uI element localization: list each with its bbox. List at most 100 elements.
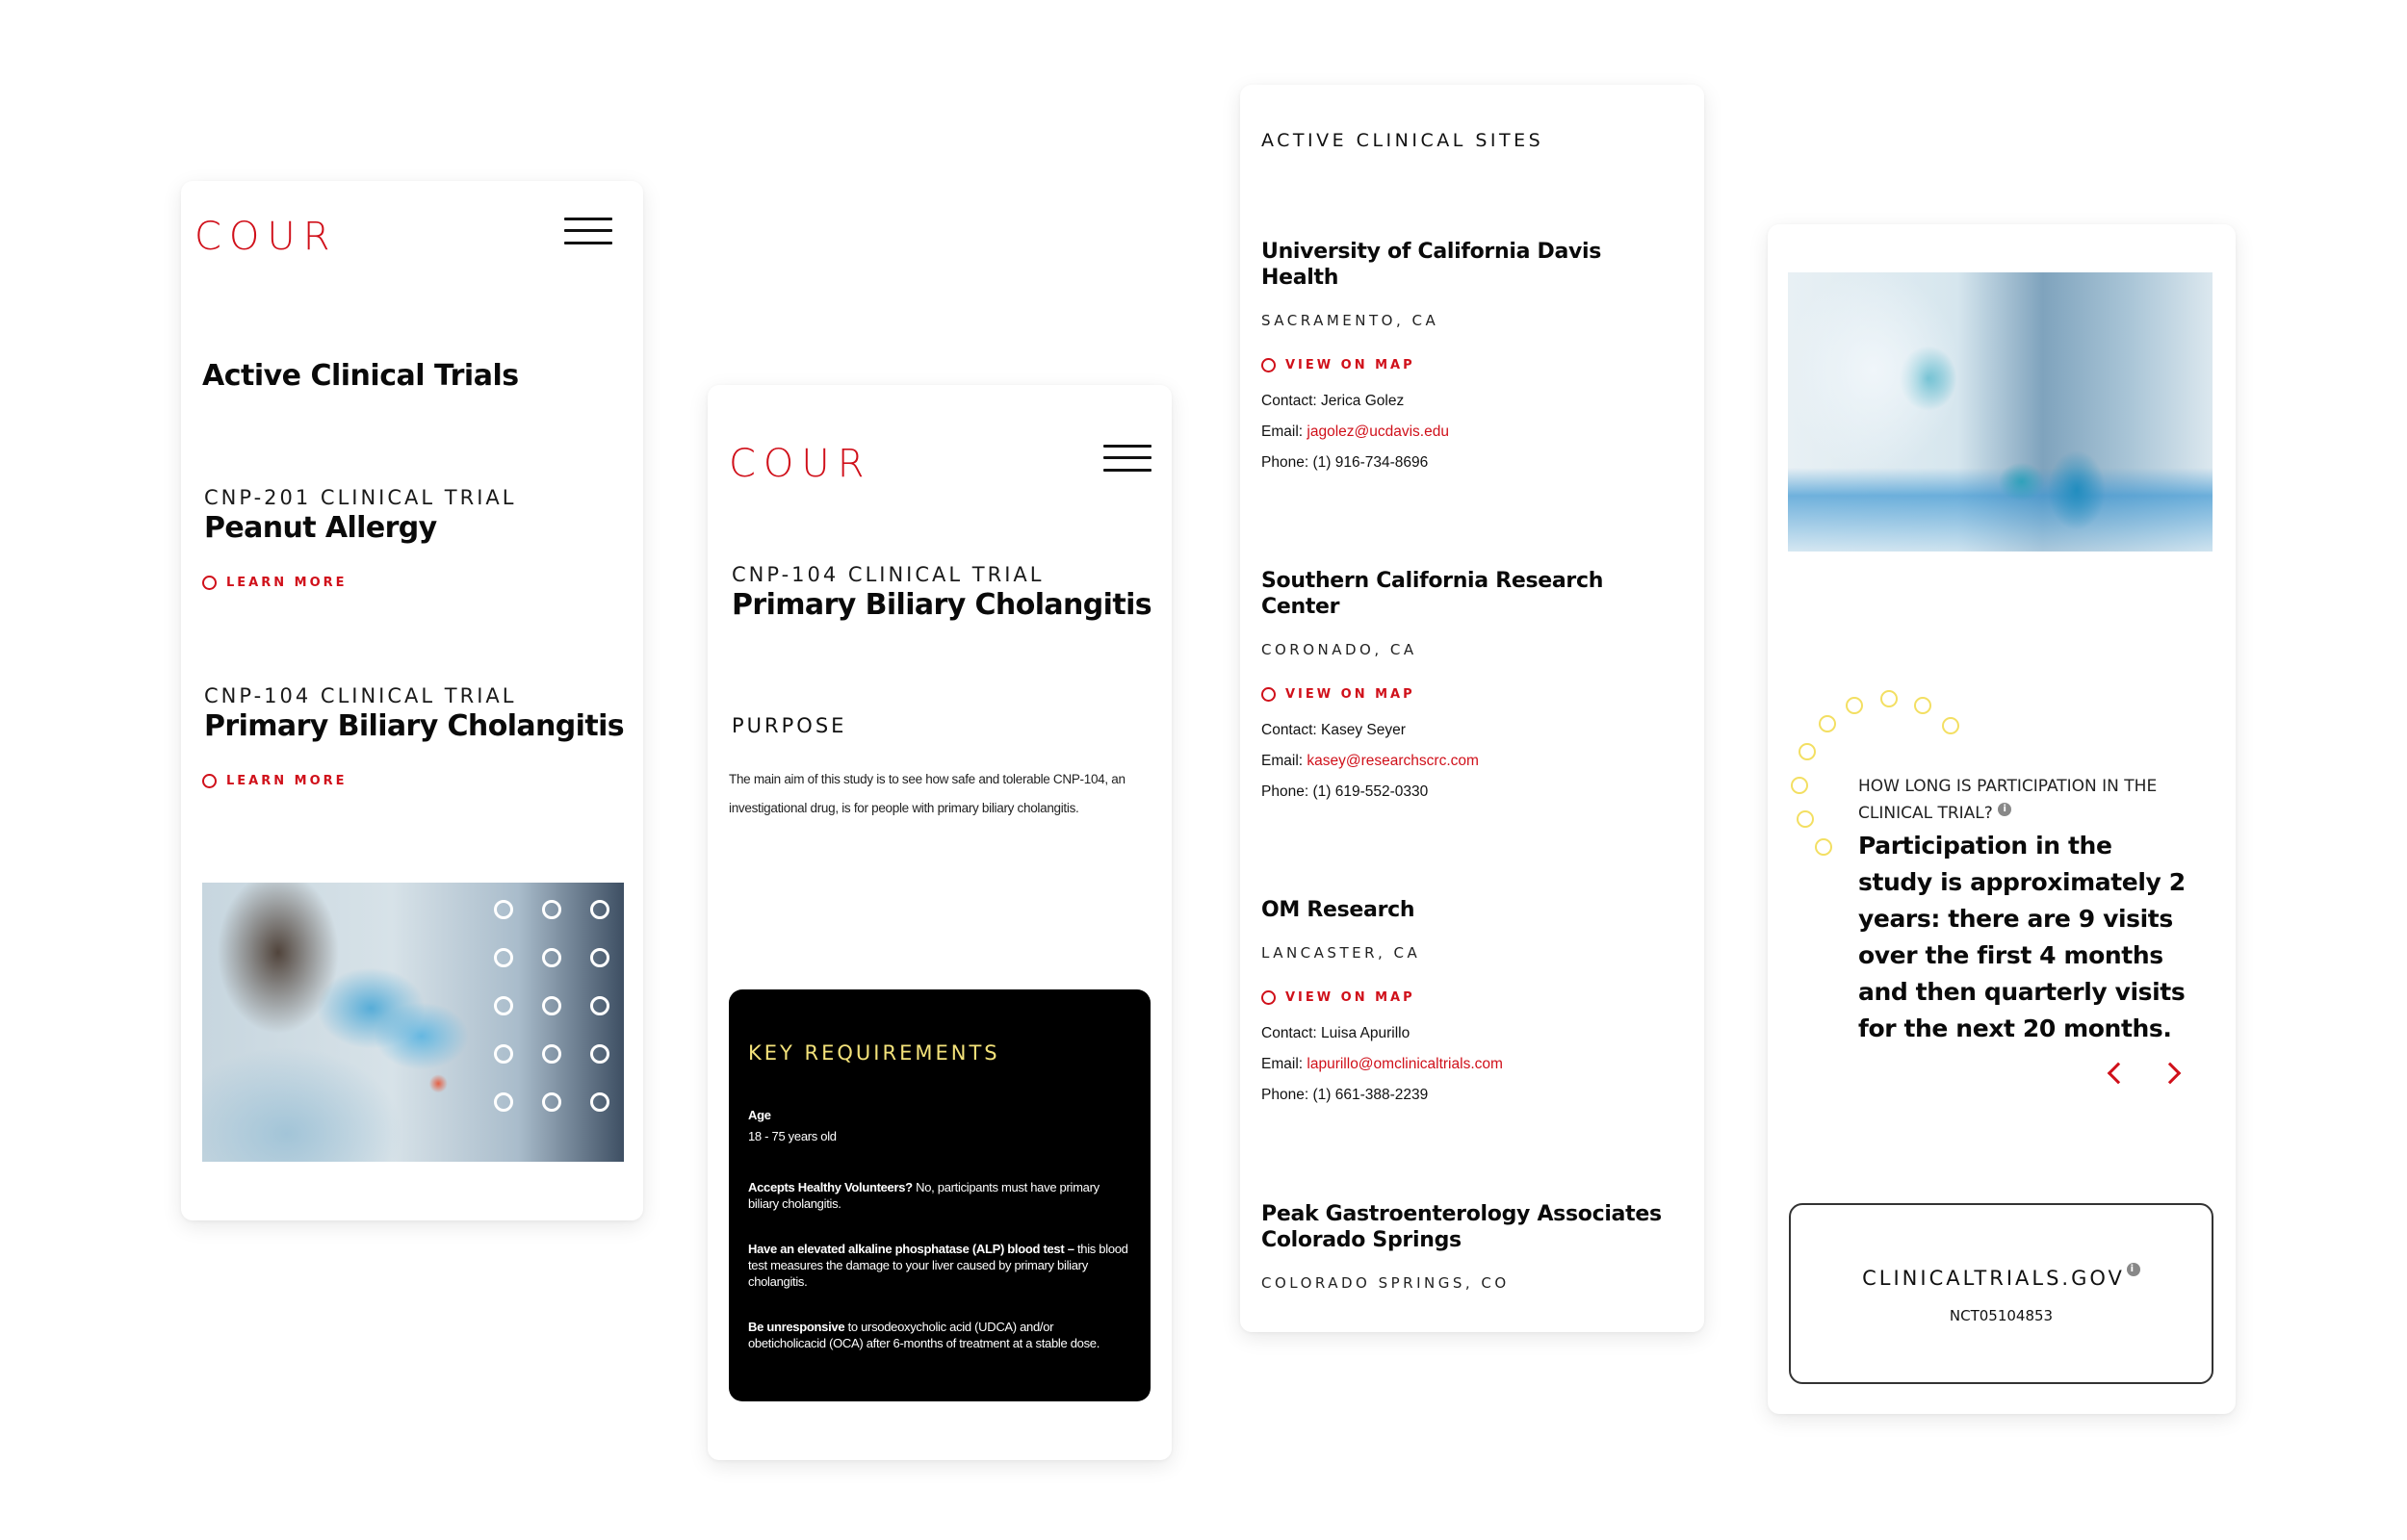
ring-icon	[202, 576, 217, 590]
ring-icon	[1261, 358, 1276, 372]
faq-question: HOW LONG IS PARTICIPATION IN THE CLINICA…	[1858, 773, 2176, 827]
key-requirements-panel: KEY REQUIREMENTS Age 18 - 75 years old A…	[729, 989, 1151, 1401]
screen-clinical-sites: ACTIVE CLINICAL SITES University of Cali…	[1240, 85, 1704, 1332]
cour-logo[interactable]: COUR	[729, 445, 871, 483]
email-line: Email: jagolez@ucdavis.edu	[1261, 424, 1449, 440]
site-item: University of California Davis Health SA…	[1261, 239, 1666, 478]
screen-trial-detail: COUR CNP-104 CLINICAL TRIAL Primary Bili…	[708, 385, 1172, 1460]
purpose-label: PURPOSE	[732, 714, 847, 737]
contact-line: Contact: Luisa Apurillo	[1261, 1025, 1411, 1041]
email-link[interactable]: lapurillo@omclinicaltrials.com	[1307, 1056, 1503, 1072]
learn-more-label: LEARN MORE	[226, 774, 348, 788]
site-name: University of California Davis Health	[1261, 240, 1602, 290]
scientist-pipette-photo	[1788, 272, 2213, 552]
registry-id: NCT05104853	[1949, 1307, 2054, 1324]
email-line: Email: lapurillo@omclinicaltrials.com	[1261, 1056, 1503, 1072]
age-label: Age	[748, 1108, 771, 1122]
registry-label-text: CLINICALTRIALS.GOV	[1862, 1267, 2125, 1290]
ring-icon	[1261, 687, 1276, 702]
view-on-map-label: VIEW ON MAP	[1285, 990, 1415, 1005]
requirement-item: Accepts Healthy Volunteers? No, particip…	[748, 1179, 1131, 1212]
key-requirements-title: KEY REQUIREMENTS	[748, 1041, 1000, 1065]
requirement-bold: Be unresponsive	[748, 1320, 845, 1334]
faq-answer: Participation in the study is approximat…	[1858, 832, 2186, 1042]
site-item: Peak Gastroenterology Associates Colorad…	[1261, 1201, 1666, 1292]
sites-title: ACTIVE CLINICAL SITES	[1261, 130, 1544, 151]
learn-more-label: LEARN MORE	[226, 576, 348, 590]
learn-more-link[interactable]: LEARN MORE	[202, 774, 624, 788]
info-icon[interactable]: i	[1998, 803, 2012, 817]
age-value: 18 - 75 years old	[748, 1129, 837, 1143]
phone-line: Phone: (1) 661-388-2239	[1261, 1087, 1429, 1103]
email-line: Email: kasey@researchscrc.com	[1261, 753, 1479, 769]
purpose-text: The main aim of this study is to see how…	[729, 765, 1162, 823]
trial-item: CNP-104 CLINICAL TRIAL Primary Biliary C…	[202, 684, 625, 788]
site-city: CORONADO, CA	[1261, 641, 1417, 658]
site-item: Southern California Research Center CORO…	[1261, 568, 1666, 808]
yellow-ring-icon	[1880, 690, 1898, 707]
yellow-ring-icon	[1799, 743, 1816, 760]
learn-more-link[interactable]: LEARN MORE	[202, 576, 516, 590]
requirement-bold: Have an elevated alkaline phosphatase (A…	[748, 1242, 1074, 1256]
cour-logo[interactable]: COUR	[194, 218, 337, 256]
site-contact-info: Contact: Jerica Golez Email: jagolez@ucd…	[1261, 386, 1666, 478]
trial-header: CNP-104 CLINICAL TRIAL Primary Biliary C…	[732, 563, 1152, 622]
email-link[interactable]: jagolez@ucdavis.edu	[1307, 424, 1449, 440]
trial-title: Peanut Allergy	[204, 511, 437, 545]
ring-icon	[202, 774, 217, 788]
yellow-ring-icon	[1914, 697, 1931, 714]
view-on-map-link[interactable]: VIEW ON MAP	[1261, 990, 1666, 1005]
purpose-text-line: The main aim of this study is to see how…	[729, 772, 1126, 786]
trial-title: Primary Biliary Cholangitis	[204, 709, 625, 743]
contact-line: Contact: Kasey Seyer	[1261, 722, 1406, 738]
trial-code: CNP-104 CLINICAL TRIAL	[732, 563, 1045, 586]
site-name: OM Research	[1261, 898, 1415, 922]
phone-number[interactable]: (1) 619-552-0330	[1312, 783, 1428, 800]
yellow-ring-icon	[1797, 810, 1814, 828]
requirement-item: Be unresponsive to ursodeoxycholic acid …	[748, 1319, 1131, 1351]
lab-technician-photo	[202, 883, 624, 1162]
page-title: Active Clinical Trials	[202, 359, 519, 393]
trial-code: CNP-104 CLINICAL TRIAL	[204, 684, 517, 707]
requirement-bold: Accepts Healthy Volunteers?	[748, 1180, 913, 1194]
screen-participation-info: HOW LONG IS PARTICIPATION IN THE CLINICA…	[1768, 224, 2236, 1414]
email-link[interactable]: kasey@researchscrc.com	[1307, 753, 1479, 769]
site-city: LANCASTER, CA	[1261, 944, 1421, 962]
requirement-age: Age 18 - 75 years old	[748, 1107, 1131, 1144]
contact-line: Contact: Jerica Golez	[1261, 393, 1405, 409]
view-on-map-link[interactable]: VIEW ON MAP	[1261, 687, 1666, 702]
site-name: Peak Gastroenterology Associates Colorad…	[1261, 1202, 1662, 1252]
hamburger-menu-icon[interactable]	[1103, 445, 1152, 472]
phone-number[interactable]: (1) 916-734-8696	[1312, 454, 1428, 471]
view-on-map-label: VIEW ON MAP	[1285, 358, 1415, 372]
hamburger-menu-icon[interactable]	[564, 218, 612, 244]
screen-active-trials: COUR Active Clinical Trials CNP-201 CLIN…	[181, 181, 643, 1220]
chevron-left-icon[interactable]	[2107, 1062, 2130, 1085]
site-city: SACRAMENTO, CA	[1261, 312, 1439, 329]
site-contact-info: Contact: Luisa Apurillo Email: lapurillo…	[1261, 1018, 1666, 1111]
chevron-right-icon[interactable]	[2159, 1062, 2182, 1085]
faq-question-text: HOW LONG IS PARTICIPATION IN THE CLINICA…	[1858, 777, 2158, 823]
yellow-ring-icon	[1819, 715, 1836, 732]
view-on-map-label: VIEW ON MAP	[1285, 687, 1415, 702]
trial-title: Primary Biliary Cholangitis	[732, 588, 1152, 622]
requirement-item: Have an elevated alkaline phosphatase (A…	[748, 1241, 1131, 1290]
phone-line: Phone: (1) 916-734-8696	[1261, 454, 1429, 471]
trial-item: CNP-201 CLINICAL TRIAL Peanut Allergy LE…	[202, 486, 517, 590]
site-name: Southern California Research Center	[1261, 569, 1604, 619]
yellow-ring-icon	[1815, 838, 1832, 856]
site-item: OM Research LANCASTER, CA VIEW ON MAP Co…	[1261, 897, 1666, 1111]
phone-number[interactable]: (1) 661-388-2239	[1312, 1087, 1428, 1103]
ring-icon	[1261, 990, 1276, 1005]
yellow-ring-icon	[1942, 717, 1959, 734]
clinicaltrials-gov-box[interactable]: CLINICALTRIALS.GOV i NCT05104853	[1789, 1203, 2213, 1384]
view-on-map-link[interactable]: VIEW ON MAP	[1261, 358, 1666, 372]
purpose-text-line: investigational drug, is for people with…	[729, 801, 1079, 815]
site-contact-info: Contact: Kasey Seyer Email: kasey@resear…	[1261, 715, 1666, 808]
trial-code: CNP-201 CLINICAL TRIAL	[204, 486, 517, 509]
yellow-ring-icon	[1791, 777, 1808, 794]
registry-label: CLINICALTRIALS.GOV i	[1791, 1263, 2212, 1290]
phone-line: Phone: (1) 619-552-0330	[1261, 783, 1429, 800]
dot-pattern-decoration	[494, 900, 609, 1112]
info-icon[interactable]: i	[2126, 1263, 2140, 1276]
